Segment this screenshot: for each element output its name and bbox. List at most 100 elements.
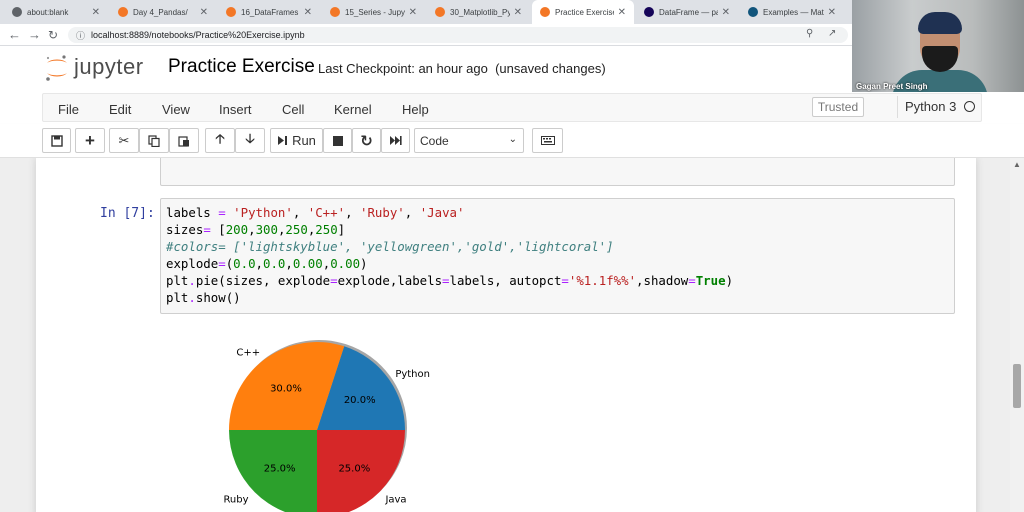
webcam-name-label: Gagan Preet Singh [856,82,928,91]
pie-chart: Python 20.0% C++ 30.0% Ruby 25.0% Java 25.0% [223,340,430,512]
reload-icon[interactable]: ↻ [48,27,58,43]
pie-category-label: Ruby [223,494,248,505]
menu-edit[interactable]: Edit [109,102,131,117]
tab-label: about:blank [27,7,69,17]
restart-run-all-button[interactable] [381,128,410,153]
code-token: , [255,255,264,271]
browser-tab[interactable]: Examples — Matp ✕ [740,0,844,24]
code-token: = [330,272,338,288]
close-tab-icon[interactable]: ✕ [304,7,312,18]
run-button[interactable]: Run [270,128,323,153]
cut-button[interactable]: ✂ [109,128,139,153]
save-button[interactable] [42,128,71,153]
jupyter-logo-text: jupyter [74,54,144,79]
code-line: sizes= [200,300,250,250] [166,222,949,239]
close-tab-icon[interactable]: ✕ [514,7,522,18]
tab-favicon-icon [226,7,236,17]
pie-category-label: Java [384,494,406,505]
code-token: labels, autopct [449,272,562,288]
close-tab-icon[interactable]: ✕ [409,7,417,18]
tab-label: 30_Matplotlib_Py [450,7,510,17]
close-tab-icon[interactable]: ✕ [200,7,208,18]
tab-favicon-icon [435,7,445,17]
checkpoint-status: Last Checkpoint: an hour ago (unsaved ch… [318,61,606,76]
scrollbar-thumb[interactable] [1013,364,1021,408]
tab-label: Examples — Matp [763,7,824,17]
url-text: localhost:8889/notebooks/Practice%20Exer… [91,30,305,40]
kernel-idle-indicator-icon [964,101,975,112]
code-token: = [688,272,696,288]
menu-view[interactable]: View [162,102,190,117]
browser-tab[interactable]: DataFrame — pa ✕ [636,0,738,24]
code-token: '%1.1f%%' [568,272,637,288]
menu-insert[interactable]: Insert [219,102,252,117]
browser-tab[interactable]: 30_Matplotlib_Py ✕ [427,0,530,24]
paste-button[interactable] [169,128,199,153]
menu-file[interactable]: File [58,102,79,117]
scroll-up-icon[interactable]: ▲ [1013,160,1021,169]
code-token: , [248,221,256,237]
code-token: ) [725,272,734,288]
move-down-button[interactable]: 🡣 [235,128,265,153]
code-cell-editor[interactable]: labels = 'Python', 'C++', 'Ruby', 'Java'… [160,198,955,314]
forward-icon[interactable]: → [28,27,41,43]
code-token: 'Python' [233,205,293,220]
command-palette-button[interactable] [532,128,563,153]
kernel-divider [897,96,898,118]
jupyter-logo-icon[interactable] [44,54,70,82]
arrow-down-icon: 🡣 [245,130,255,146]
code-line: explode=(0.0,0.0,0.00,0.00) [166,256,949,273]
trusted-badge[interactable]: Trusted [812,97,864,117]
code-token: True [695,272,726,288]
run-label: Run [292,133,316,148]
browser-tab[interactable]: 15_Series - Jupyte ✕ [322,0,425,24]
close-tab-icon[interactable]: ✕ [92,7,100,18]
code-line: #colors= ['lightskyblue', 'yellowgreen',… [166,239,949,256]
browser-tab[interactable]: Practice Exercise ✕ [532,0,634,24]
menu-help[interactable]: Help [402,102,429,117]
info-icon[interactable]: ⓘ [76,29,85,42]
code-token: explode,labels [337,272,443,288]
move-up-button[interactable]: 🡡 [205,128,235,153]
tab-label: DataFrame — pa [659,7,718,17]
share-icon[interactable]: ↗ [828,28,836,39]
restart-button[interactable]: ↻ [352,128,381,153]
code-token: = [442,272,450,288]
tab-label: 15_Series - Jupyte [345,7,405,17]
notebook-area: In [7]: labels = 'Python', 'C++', 'Ruby'… [0,158,1024,512]
cell-type-value: Code [420,133,449,148]
previous-cell[interactable] [160,158,955,186]
menu-kernel[interactable]: Kernel [334,102,372,117]
insert-cell-button[interactable]: + [75,128,105,153]
zoom-icon[interactable]: ⚲ [806,28,813,39]
browser-tab[interactable]: 16_DataFrames - ✕ [218,0,320,24]
code-token: . [188,289,196,305]
code-line: plt.pie(sizes, explode=explode,labels=la… [166,273,949,290]
code-token: , [345,205,360,220]
code-token: [ [210,221,226,237]
tab-favicon-icon [748,7,758,17]
checkpoint-text: Last Checkpoint: an hour ago [318,61,488,76]
interrupt-button[interactable] [323,128,352,153]
close-tab-icon[interactable]: ✕ [618,7,626,18]
back-icon[interactable]: ← [8,27,21,43]
close-tab-icon[interactable]: ✕ [722,7,730,18]
url-bar[interactable]: ⓘ localhost:8889/notebooks/Practice%20Ex… [68,27,848,43]
code-token: pie(sizes, explode [195,272,331,288]
cell-type-select[interactable]: Code ⌄ [414,128,524,153]
menu-cell[interactable]: Cell [282,102,304,117]
close-tab-icon[interactable]: ✕ [828,7,836,18]
code-token: 0.0 [233,255,256,271]
notebook-toolbar: + ✂ 🡡 🡣 Run ↻ Code ⌄ [0,124,1024,158]
browser-tab[interactable]: Day 4_Pandas/ ✕ [110,0,216,24]
notebook-page: In [7]: labels = 'Python', 'C++', 'Ruby'… [36,158,976,512]
tab-favicon-icon [118,7,128,17]
code-line: plt.show() [166,290,949,307]
page-scrollbar[interactable]: ▲ [1010,158,1024,512]
copy-button[interactable] [139,128,169,153]
browser-tab[interactable]: about:blank ✕ [4,0,108,24]
notebook-title[interactable]: Practice Exercise [168,56,315,78]
kernel-name[interactable]: Python 3 [905,99,956,114]
code-token: , [292,205,308,220]
code-token: = [218,205,226,220]
